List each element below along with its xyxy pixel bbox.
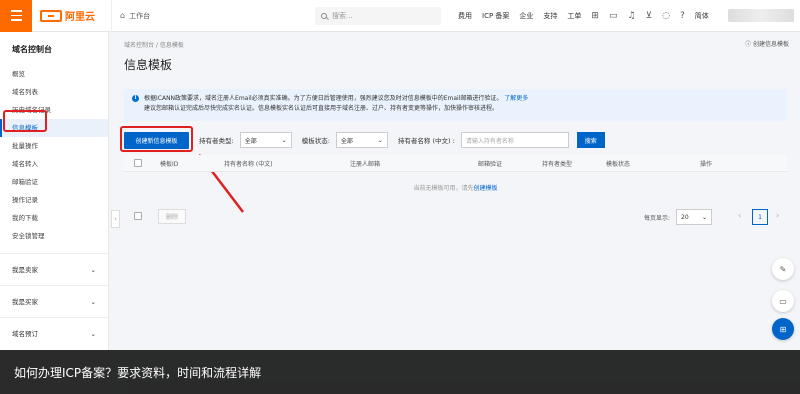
sidebar-title: 域名控制台 [12, 45, 52, 54]
sidebar: 域名控制台 概览 域名列表 历史域名记录 信息模板 批量操作 域名转入 邮箱验证… [0, 32, 109, 394]
edit-feedback-icon[interactable]: ✎ [772, 258, 794, 280]
sidebar-collapse-toggle[interactable]: ‹ [111, 210, 120, 228]
empty-state: 当前无模板可用，请先创建模板 [124, 183, 787, 192]
holder-name-label: 持有者名称 (中文) : [397, 137, 455, 145]
info-icon: i [132, 95, 139, 102]
page-size-select[interactable]: 20 ⌄ [676, 209, 712, 225]
col-registrant-email: 注册人邮箱 [350, 161, 381, 168]
col-template-status: 模板状态 [606, 161, 631, 168]
group-label: 域名预订 [12, 330, 38, 338]
notice-line-2: 建议您邮箱认证完成后尽快完成实名认证。信息模板实名认证后可直接用于域名注册、过户… [144, 105, 499, 112]
user-account[interactable] [728, 9, 794, 22]
chevron-down-icon: ⌄ [281, 136, 287, 144]
language-switch[interactable]: 简体 [695, 11, 709, 21]
table-header: 模板ID 持有者名称 (中文) 注册人邮箱 邮箱验证 持有者类型 模板状态 操作 [124, 155, 787, 172]
next-page-icon[interactable]: › [776, 211, 779, 220]
workbench-label: 工作台 [129, 11, 151, 20]
nav-item-enterprise[interactable]: 企业 [519, 11, 533, 21]
sidebar-group-buyer[interactable]: 我是买家 ⌄ [0, 285, 108, 317]
home-icon: ⌂ [120, 11, 126, 20]
chevron-down-icon: ⌄ [90, 298, 96, 306]
col-template-id: 模板ID [160, 161, 179, 168]
workbench-link[interactable]: ⌂ 工作台 [111, 0, 158, 32]
delete-button[interactable]: 删除 [158, 209, 186, 224]
group-label: 我是卖家 [12, 266, 38, 274]
top-nav: 费用 ICP 备案 企业 支持 工单 ⊞ ▭ ♫ ⊻ ◌ ? 简体 [458, 0, 709, 32]
table-footer: 删除 每页显示: 20 ⌄ ‹ 1 › [124, 207, 787, 227]
help-icon[interactable]: ? [680, 11, 685, 21]
nav-item-fees[interactable]: 费用 [458, 11, 472, 21]
template-status-select[interactable]: 全部 ⌄ [335, 132, 388, 148]
col-email-verify: 邮箱验证 [478, 161, 503, 168]
chat-icon[interactable]: ▭ [772, 290, 794, 312]
help-link-label: 创建信息模板 [752, 41, 789, 48]
search-button[interactable]: 搜索 [576, 132, 605, 148]
col-holder-type: 持有者类型 [542, 161, 573, 168]
nav-item-ticket[interactable]: 工单 [567, 11, 581, 21]
page-number-button[interactable]: 1 [752, 209, 768, 225]
col-holder-name: 持有者名称 (中文) [224, 161, 273, 168]
template-status-value: 全部 [340, 137, 353, 145]
holder-name-input[interactable]: 请输入持有者名称 [460, 132, 569, 148]
create-template-link[interactable]: 创建模板 [474, 185, 498, 192]
sidebar-group-reserve[interactable]: 域名预订 ⌄ [0, 317, 108, 349]
sidebar-item-overview[interactable]: 概览 [0, 65, 108, 83]
notice-banner: i 根据ICANN政策要求，域名注册人Email必须真实准确。为了方便日后管理使… [124, 89, 787, 121]
page-size-value: 20 [681, 213, 689, 221]
hamburger-menu-icon[interactable] [0, 0, 32, 32]
holder-type-label: 持有者类型: [199, 137, 234, 145]
cart-icon[interactable]: ⊻ [646, 11, 653, 21]
bell-icon[interactable]: ♫ [627, 11, 635, 21]
nav-item-support[interactable]: 支持 [543, 11, 557, 21]
select-all-checkbox-footer[interactable] [134, 212, 142, 220]
chevron-down-icon: ⌄ [377, 136, 383, 144]
sidebar-group-seller[interactable]: 我是卖家 ⌄ [0, 253, 108, 285]
top-bar: 阿里云 ⌂ 工作台 搜索... 费用 ICP 备案 企业 支持 工单 ⊞ ▭ ♫… [0, 0, 800, 32]
sidebar-item-operation-log[interactable]: 操作记录 [0, 191, 108, 209]
template-status-label: 模板状态: [301, 137, 330, 145]
search-icon [321, 13, 327, 19]
apps-grid-icon[interactable]: ⊞ [772, 318, 794, 340]
chevron-down-icon: ⌄ [90, 266, 96, 274]
logo-text: 阿里云 [65, 12, 95, 23]
sidebar-item-batch[interactable]: 批量操作 [0, 137, 108, 155]
grid-icon[interactable]: ⊞ [591, 11, 599, 21]
learn-more-link[interactable]: 了解更多 [504, 95, 528, 102]
sidebar-item-transfer-in[interactable]: 域名转入 [0, 155, 108, 173]
notice-line-1: 根据ICANN政策要求，域名注册人Email必须真实准确。为了方便日后管理使用，… [144, 95, 503, 102]
sidebar-item-email-verify[interactable]: 邮箱验证 [0, 173, 108, 191]
location-icon[interactable]: ◌ [662, 11, 670, 21]
select-all-checkbox[interactable] [134, 159, 142, 167]
page-size-label: 每页显示: [644, 215, 671, 222]
group-label: 我是买家 [12, 298, 38, 306]
chevron-down-icon: ⌄ [701, 213, 707, 221]
filter-bar: 创建新信息模板 持有者类型: 全部 ⌄ 模板状态: 全部 ⌄ 持有者名称 (中文) … [124, 130, 787, 150]
sidebar-item-downloads[interactable]: 我的下载 [0, 209, 108, 227]
nav-item-icp[interactable]: ICP 备案 [482, 11, 509, 21]
holder-type-select[interactable]: 全部 ⌄ [239, 132, 292, 148]
logo-mark-icon [40, 9, 62, 22]
page-title: 信息模板 [124, 58, 173, 72]
sidebar-item-domain-list[interactable]: 域名列表 [0, 83, 108, 101]
help-link[interactable]: ⓘ 创建信息模板 [745, 39, 789, 48]
chevron-down-icon: ⌄ [90, 330, 96, 338]
search-placeholder: 搜索... [332, 12, 353, 20]
aliyun-logo[interactable]: 阿里云 [40, 8, 95, 23]
video-caption: 如何办理ICP备案？要求资料，时间和流程详解 [0, 350, 800, 394]
screen-icon[interactable]: ▭ [609, 11, 618, 21]
global-search-input[interactable]: 搜索... [315, 7, 441, 25]
empty-text: 当前无模板可用，请先 [413, 185, 474, 192]
col-actions: 操作 [700, 161, 713, 168]
holder-type-value: 全部 [244, 137, 257, 145]
highlight-box-create [120, 126, 193, 152]
highlight-box-sidebar [3, 110, 47, 132]
prev-page-icon[interactable]: ‹ [738, 211, 741, 220]
sidebar-item-security-lock[interactable]: 安全锁管理 [0, 227, 108, 245]
breadcrumb: 域名控制台 / 信息模板 [124, 42, 184, 49]
